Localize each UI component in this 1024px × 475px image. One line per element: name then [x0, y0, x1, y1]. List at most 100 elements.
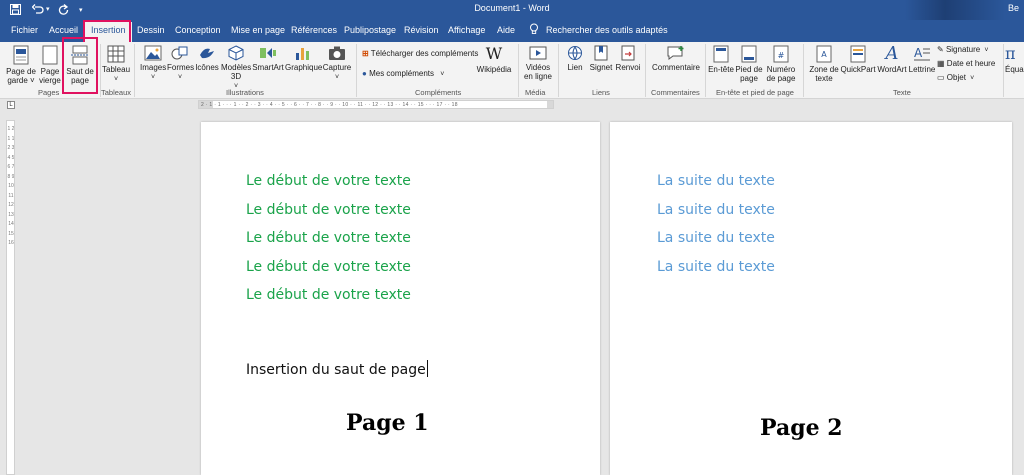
- page2-line-2[interactable]: La suite du texte: [657, 202, 775, 218]
- smartart-icon: [260, 48, 276, 58]
- chevron-down-icon: ˅: [970, 75, 975, 82]
- quickpart-button[interactable]: QuickPart: [840, 45, 876, 74]
- smartart-button[interactable]: SmartArt: [252, 45, 284, 72]
- zone-de-texte-label: Zone de texte: [809, 65, 839, 83]
- page-1[interactable]: Le début de votre texte Le début de votr…: [201, 122, 600, 475]
- lettrine-button[interactable]: A Lettrine: [908, 45, 936, 74]
- lien-label: Lien: [567, 63, 583, 72]
- group-entete-label: En-tête et pied de page: [716, 88, 794, 97]
- videos-label: Vidéos en ligne: [523, 63, 553, 81]
- group-liens-label: Liens: [592, 88, 610, 97]
- page2-line-1[interactable]: La suite du texte: [657, 173, 775, 189]
- text-box-icon: A: [816, 45, 832, 63]
- mes-complements-button[interactable]: ● Mes compléments ˅: [362, 69, 444, 78]
- page-de-garde-button[interactable]: Page de garde ˅: [6, 45, 36, 85]
- tab-fichier[interactable]: Fichier: [11, 25, 38, 35]
- ruler-scale: 2 · 1 · 1 · · · 1 · · 2 · · 3 · · 4 · · …: [201, 102, 458, 108]
- page1-line-1[interactable]: Le début de votre texte: [246, 173, 411, 189]
- renvoi-button[interactable]: Renvoi: [615, 45, 641, 72]
- tab-conception[interactable]: Conception: [175, 25, 221, 35]
- en-tete-label: En-tête: [708, 65, 734, 74]
- group-commentaires-label: Commentaires: [651, 88, 700, 97]
- images-label: Images: [140, 63, 167, 72]
- page2-line-3[interactable]: La suite du texte: [657, 230, 775, 246]
- user-name[interactable]: Be: [1008, 3, 1019, 13]
- signature-button[interactable]: ✎ Signature ˅: [937, 45, 989, 54]
- renvoi-label: Renvoi: [615, 63, 641, 72]
- header-icon: [713, 45, 729, 63]
- table-icon: [107, 45, 125, 63]
- chart-icon: [296, 48, 309, 60]
- blank-page-icon: [42, 45, 58, 65]
- svg-text:A: A: [914, 46, 923, 60]
- icons-icon: [200, 48, 214, 59]
- tab-references[interactable]: Références: [291, 25, 337, 35]
- addins-icon: ●: [362, 69, 367, 78]
- vertical-ruler[interactable]: 1 2 1 1 2 3 4 5 6 7 8 9 10 11 12 13 14 1…: [6, 120, 15, 475]
- store-icon: ⊞: [362, 49, 369, 58]
- commentaire-label: Commentaire: [651, 63, 700, 72]
- group-separator: [645, 44, 646, 97]
- page-number-icon: #: [773, 45, 789, 63]
- tab-aide[interactable]: Aide: [497, 25, 515, 35]
- videos-en-ligne-button[interactable]: Vidéos en ligne: [522, 45, 554, 81]
- objet-button[interactable]: ▭ Objet ˅: [937, 73, 974, 82]
- calendar-icon: ▦: [937, 59, 945, 68]
- page-vierge-button[interactable]: Page vierge: [38, 45, 62, 85]
- zone-de-texte-button[interactable]: A Zone de texte: [808, 45, 840, 83]
- page-vierge-label: Page vierge: [39, 67, 61, 85]
- tableau-button[interactable]: Tableau ˅: [102, 45, 130, 84]
- page1-line-5[interactable]: Le début de votre texte: [246, 287, 411, 303]
- commentaire-button[interactable]: Commentaire: [650, 45, 702, 72]
- video-icon: [529, 46, 547, 60]
- image-icon: [144, 45, 162, 61]
- date-heure-button[interactable]: ▦ Date et heure: [937, 59, 995, 68]
- icones-button[interactable]: Icônes: [194, 45, 220, 72]
- tab-accueil[interactable]: Accueil: [49, 25, 78, 35]
- pied-de-page-button[interactable]: Pied de page: [735, 45, 763, 83]
- group-separator: [705, 44, 706, 97]
- page1-line-2[interactable]: Le début de votre texte: [246, 202, 411, 218]
- tab-selector[interactable]: L: [7, 101, 15, 109]
- tab-mise-en-page[interactable]: Mise en page: [231, 25, 285, 35]
- group-texte-label: Texte: [893, 88, 911, 97]
- tab-publipostage[interactable]: Publipostage: [344, 25, 396, 35]
- page1-insertion-line[interactable]: Insertion du saut de page: [246, 360, 428, 378]
- page2-line-4[interactable]: La suite du texte: [657, 259, 775, 275]
- cube-3d-icon: [228, 45, 244, 61]
- icones-label: Icônes: [195, 63, 219, 72]
- vertical-ruler-scale: 1 2 1 1 2 3 4 5 6 7 8 9 10 11 12 13 14 1…: [7, 126, 15, 246]
- ribbon: Page de garde ˅ Page vierge Saut de page…: [0, 42, 1024, 99]
- wikipedia-button[interactable]: W Wikipédia: [476, 45, 512, 75]
- signet-button[interactable]: Signet: [588, 45, 614, 72]
- telecharger-complements-button[interactable]: ⊞ Télécharger des compléments: [362, 49, 478, 58]
- smartart-label: SmartArt: [252, 63, 284, 72]
- lien-button[interactable]: Lien: [563, 45, 587, 72]
- equation-button[interactable]: π Équa: [1005, 45, 1024, 75]
- object-icon: ▭: [937, 73, 945, 82]
- page1-line-4[interactable]: Le début de votre texte: [246, 259, 411, 275]
- tab-revision[interactable]: Révision: [404, 25, 439, 35]
- wikipedia-label: Wikipédia: [476, 65, 512, 74]
- tab-affichage[interactable]: Affichage: [448, 25, 485, 35]
- page1-caption: Page 1: [346, 410, 429, 436]
- page1-line-3[interactable]: Le début de votre texte: [246, 230, 411, 246]
- horizontal-ruler[interactable]: 2 · 1 · 1 · · · 1 · · 2 · · 3 · · 4 · · …: [198, 100, 554, 109]
- modeles-3d-button[interactable]: Modèles 3D ˅: [221, 45, 251, 91]
- formes-button[interactable]: Formes ˅: [167, 45, 194, 82]
- search-tools[interactable]: Rechercher des outils adaptés: [546, 25, 668, 35]
- tab-dessin[interactable]: Dessin: [137, 25, 165, 35]
- wordart-button[interactable]: A WordArt: [876, 45, 908, 75]
- graphique-button[interactable]: Graphique: [285, 45, 322, 72]
- numero-de-page-button[interactable]: # Numéro de page: [764, 45, 798, 83]
- page-2[interactable]: La suite du texte La suite du texte La s…: [610, 122, 1012, 475]
- group-separator: [1003, 44, 1004, 97]
- ruler-right-margin: [547, 101, 553, 108]
- saut-de-page-highlight: [62, 37, 98, 94]
- lightbulb-icon: [530, 23, 538, 34]
- shapes-icon: [171, 46, 188, 60]
- document-title: Document1 - Word: [474, 3, 550, 13]
- images-button[interactable]: Images ˅: [140, 45, 166, 82]
- en-tete-button[interactable]: En-tête: [708, 45, 734, 74]
- capture-button[interactable]: Capture ˅: [322, 45, 352, 82]
